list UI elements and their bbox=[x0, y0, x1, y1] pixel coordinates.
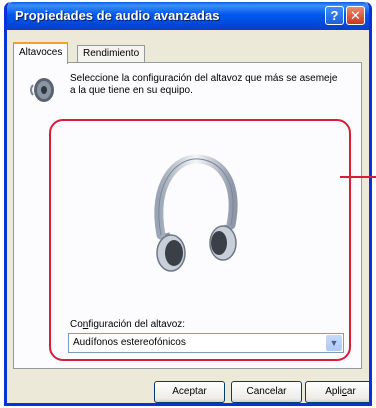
cancel-button[interactable]: Cancelar bbox=[231, 381, 302, 403]
title-bar[interactable]: Propiedades de audio avanzadas ? ✕ bbox=[7, 2, 369, 30]
speaker-config-select[interactable]: Audífonos estereofónicos ▼ bbox=[68, 333, 344, 353]
headphones-icon bbox=[154, 154, 238, 272]
dialog-window: Propiedades de audio avanzadas ? ✕ Altav… bbox=[4, 2, 372, 406]
speaker-config-label: Configuración del altavoz: bbox=[70, 319, 186, 330]
ok-button[interactable]: Aceptar bbox=[154, 381, 225, 403]
speaker-icon bbox=[30, 78, 54, 102]
apply-button[interactable]: Aplicar bbox=[305, 381, 369, 403]
tab-panel: Seleccione la configuración del altavoz … bbox=[13, 62, 362, 369]
window-title: Propiedades de audio avanzadas bbox=[15, 8, 220, 23]
instruction-text: Seleccione la configuración del altavoz … bbox=[70, 73, 338, 96]
close-button[interactable]: ✕ bbox=[346, 6, 365, 25]
chevron-down-icon[interactable]: ▼ bbox=[326, 335, 342, 351]
tab-altavoces[interactable]: Altavoces bbox=[13, 42, 69, 64]
help-button[interactable]: ? bbox=[325, 6, 344, 25]
speaker-config-value: Audífonos estereofónicos bbox=[73, 337, 186, 348]
tab-rendimiento[interactable]: Rendimiento bbox=[77, 45, 146, 62]
callout-line bbox=[340, 176, 376, 178]
